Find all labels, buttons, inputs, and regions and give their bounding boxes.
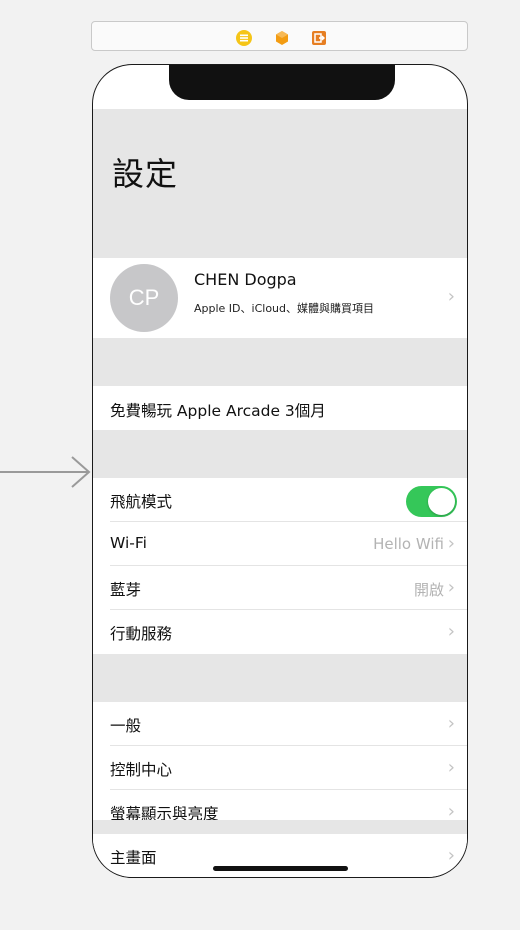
settings-row-airplane-mode[interactable]: 飛航模式: [93, 478, 467, 522]
iphone-frame: 設定 CP CHEN Dogpa Apple ID、iCloud、媒體與購買項目…: [92, 64, 468, 878]
avatar: CP: [110, 264, 178, 332]
scene-dock: [91, 21, 468, 51]
phone-notch: [169, 65, 395, 100]
section-spacer: [93, 430, 467, 478]
settings-row-general[interactable]: 一般 ›: [93, 702, 467, 746]
settings-row-wifi[interactable]: Wi-Fi Hello Wifi ›: [93, 522, 467, 566]
chevron-right-icon: ›: [447, 533, 455, 554]
row-label: 飛航模式: [110, 493, 173, 511]
row-label: 控制中心: [110, 761, 173, 779]
arcade-offer-cell[interactable]: 免費暢玩 Apple Arcade 3個月: [93, 386, 467, 430]
arcade-offer-label: 免費暢玩 Apple Arcade 3個月: [110, 402, 326, 420]
row-label: 主畫面: [110, 849, 157, 867]
profile-subtitle: Apple ID、iCloud、媒體與購買項目: [194, 302, 375, 315]
page-title: 設定: [112, 155, 179, 193]
entry-point-arrow-icon: [0, 456, 91, 488]
row-value: Hello Wifi: [373, 535, 444, 553]
chevron-right-icon: ›: [447, 713, 455, 734]
settings-row-bluetooth[interactable]: 藍芽 開啟 ›: [93, 566, 467, 610]
settings-row-cellular[interactable]: 行動服務 ›: [93, 610, 467, 654]
exit-icon[interactable]: [311, 30, 327, 46]
toggle-knob: [428, 488, 455, 515]
airplane-mode-toggle[interactable]: [406, 486, 457, 517]
settings-row-home-screen[interactable]: 主畫面 ›: [93, 834, 467, 877]
row-label: 藍芽: [110, 581, 142, 599]
avatar-initials: CP: [128, 285, 160, 310]
row-value: 開啟: [413, 581, 444, 599]
section-spacer: [93, 654, 467, 702]
home-indicator[interactable]: [213, 866, 348, 871]
chevron-right-icon: ›: [447, 845, 455, 866]
view-controller-icon[interactable]: [236, 30, 252, 46]
chevron-right-icon: ›: [447, 577, 455, 598]
row-label: 一般: [110, 717, 142, 735]
row-label: Wi-Fi: [110, 534, 147, 552]
profile-name: CHEN Dogpa: [194, 270, 297, 289]
section-spacer: [93, 338, 467, 386]
chevron-right-icon: ›: [447, 621, 455, 642]
settings-row-control-center[interactable]: 控制中心 ›: [93, 746, 467, 790]
chevron-right-icon: ›: [447, 286, 455, 307]
chevron-right-icon: ›: [447, 757, 455, 778]
chevron-right-icon: ›: [447, 801, 455, 822]
row-label: 行動服務: [110, 625, 173, 643]
first-responder-icon[interactable]: [274, 30, 290, 46]
